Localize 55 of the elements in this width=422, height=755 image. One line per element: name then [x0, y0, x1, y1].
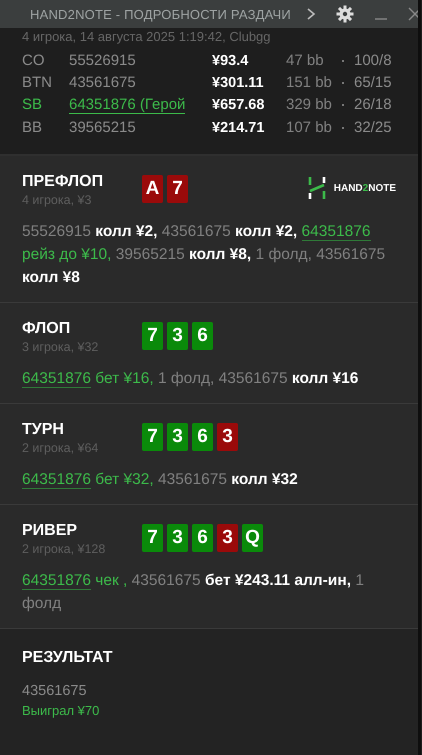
result-title: РЕЗУЛЬТАТ	[22, 649, 114, 667]
card: 3	[167, 322, 188, 350]
chevron-icon[interactable]	[306, 7, 316, 21]
action-line: 64351876 бет ¥16, 1 фолд, 43561675 колл ¥16	[22, 369, 360, 390]
stack-amount: ¥214.71	[212, 120, 266, 136]
player-name: 55526915	[69, 52, 137, 69]
action-line: 64351876 бет ¥32, 43561675 колл ¥32	[22, 470, 299, 491]
position-label: SB	[22, 96, 44, 113]
card: 3	[217, 423, 238, 451]
card: A	[142, 175, 163, 203]
player-link[interactable]: 64351876 (Герой	[69, 96, 186, 114]
big-blinds: 107 bb	[286, 119, 333, 136]
player-link[interactable]: 64351876	[22, 572, 91, 590]
stack-amount: ¥657.68	[212, 97, 266, 113]
street-title: ПРЕФЛОП	[22, 173, 104, 191]
card: 7	[142, 423, 163, 451]
player-stat: 32/25	[354, 119, 393, 136]
street-title: ФЛОП	[22, 320, 72, 338]
player-stat: 65/15	[354, 74, 393, 91]
card: 3	[217, 524, 238, 552]
big-blinds: 47 bb	[286, 52, 325, 69]
action-line: 55526915 колл ¥2, 43561675 колл ¥2, 64351876 рейз до ¥10, 39565215 колл ¥8, 1 фолд, 43561675 колл ¥8	[22, 222, 386, 288]
close-icon[interactable]	[408, 7, 418, 21]
stack-amount: ¥93.4	[212, 53, 250, 69]
card: Q	[242, 524, 263, 552]
card: 7	[142, 524, 163, 552]
card: 6	[192, 524, 213, 552]
street-title: РИВЕР	[22, 522, 78, 540]
card: 3	[167, 524, 188, 552]
player-link[interactable]: 64351876	[22, 471, 91, 489]
winner-name: 43561675	[22, 683, 88, 699]
card: 6	[192, 423, 213, 451]
player-name: 43561675	[69, 74, 137, 91]
position-label: CO	[22, 52, 46, 69]
card: 3	[167, 423, 188, 451]
player-stat: 26/18	[354, 96, 393, 113]
street-title: ТУРН	[22, 421, 65, 439]
card: 6	[192, 322, 213, 350]
position-label: BB	[22, 119, 44, 136]
hand-info: 4 игрока, 14 августа 2025 1:19:42, Clubgg	[22, 28, 272, 46]
player-link[interactable]: 64351876	[22, 370, 91, 388]
win-amount: Выиграл ¥70	[22, 703, 100, 718]
player-link[interactable]: 64351876	[302, 223, 371, 241]
settings-icon[interactable]	[336, 5, 354, 23]
big-blinds: 329 bb	[286, 96, 333, 113]
card: 7	[142, 322, 163, 350]
action-line: 64351876 чек , 43561675 бет ¥243.11 алл-ин, 1 фолд	[22, 571, 365, 614]
big-blinds: 151 bb	[286, 74, 333, 91]
card: 7	[167, 175, 188, 203]
window-title: HAND2NOTE - ПОДРОБНОСТИ РАЗДАЧИ	[30, 6, 291, 22]
position-label: BTN	[22, 74, 53, 91]
logo-text: HAND2NOTE	[334, 182, 396, 194]
stack-amount: ¥301.11	[212, 75, 265, 91]
player-stat: 100/8	[354, 52, 393, 69]
player-name: 39565215	[69, 119, 137, 136]
